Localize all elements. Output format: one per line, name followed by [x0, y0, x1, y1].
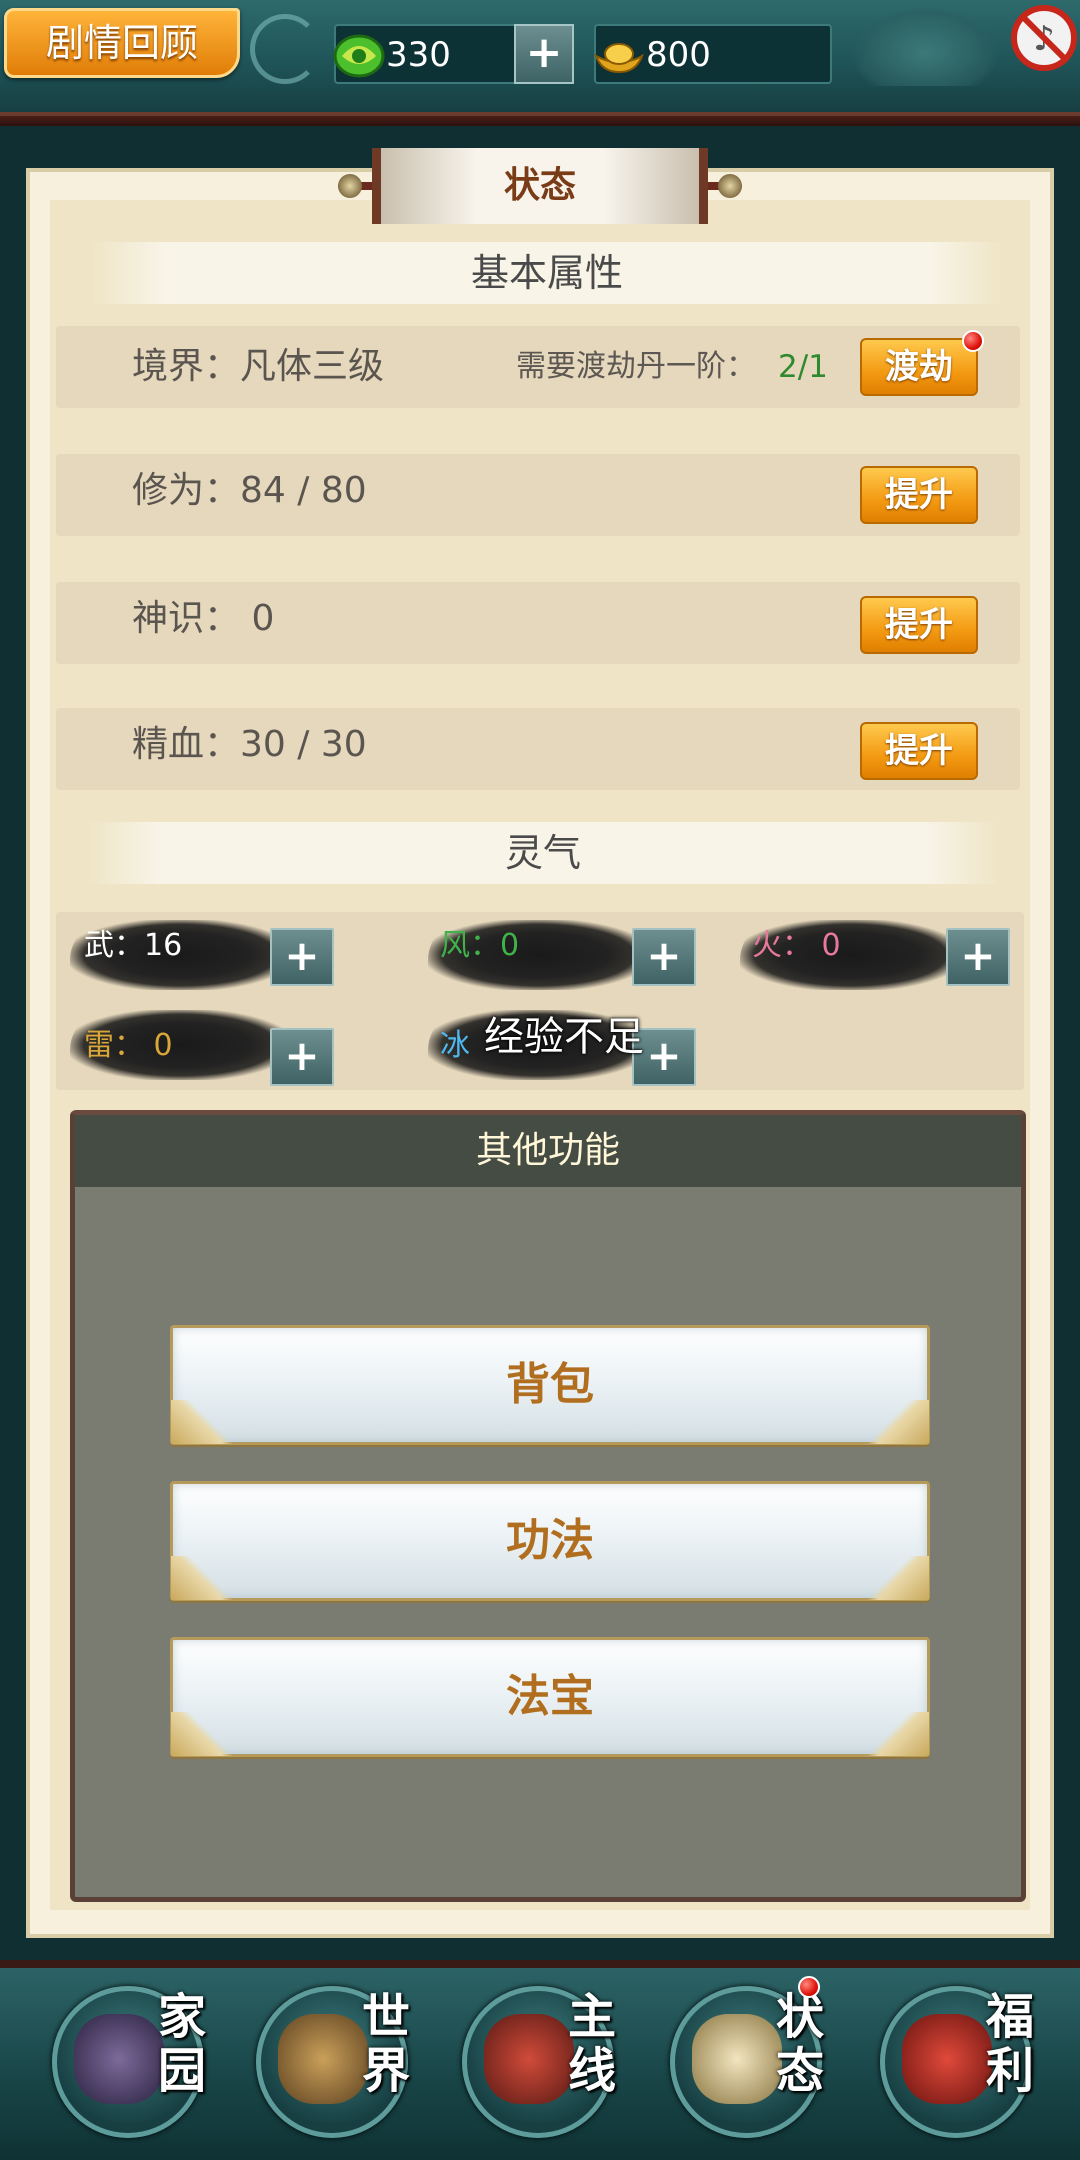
- jade-coin-icon: [333, 34, 385, 78]
- nav-world[interactable]: 世界: [256, 1974, 416, 2144]
- nav-welfare[interactable]: 福利: [880, 1974, 1040, 2144]
- nav-welfare-label-2: 利: [985, 2043, 1034, 2099]
- jade-currency-box: 330 +: [333, 24, 574, 84]
- story-review-button[interactable]: 剧情回顾: [4, 8, 240, 78]
- spiritual-qi-area: 武：16 + 风：0 + 火： 0 + 雷： 0 + 冰 +: [56, 912, 1024, 1090]
- add-qi-wu-button[interactable]: +: [270, 928, 334, 986]
- scroll-knob-icon: [338, 174, 362, 198]
- treasures-button[interactable]: 法宝: [170, 1637, 930, 1757]
- techniques-button[interactable]: 功法: [170, 1481, 930, 1601]
- nav-home-label-2: 园: [157, 2043, 206, 2099]
- nav-world-label-1: 世: [361, 1989, 410, 2045]
- page-title: 状态: [372, 148, 708, 224]
- cultivation-label: 修为：84 / 80: [132, 470, 367, 511]
- jade-amount: 330: [386, 35, 451, 75]
- qi-huo-value: 0: [821, 928, 841, 963]
- qi-huo: 火： 0: [752, 928, 841, 963]
- essence-blood-row: 精血：30 / 30 提升: [56, 708, 1020, 790]
- nav-welfare-label-1: 福: [985, 1989, 1034, 2045]
- qi-feng-name: 风: [440, 928, 470, 963]
- nav-status-label-2: 态: [775, 2043, 824, 2099]
- other-functions-panel: 其他功能 背包 功法 法宝: [70, 1110, 1026, 1902]
- nav-world-label-2: 界: [361, 2043, 410, 2099]
- nav-status[interactable]: 状态: [670, 1974, 830, 2144]
- panel-title-scroll: 状态: [338, 148, 742, 224]
- nav-mainline-label-2: 线: [567, 2043, 616, 2099]
- cultivation-upgrade-button[interactable]: 提升: [860, 466, 978, 524]
- essence-blood-upgrade-button[interactable]: 提升: [860, 722, 978, 780]
- add-qi-lei-button[interactable]: +: [270, 1028, 334, 1086]
- gold-amount: 800: [646, 35, 711, 75]
- notification-dot-icon: [798, 1976, 820, 1998]
- insufficient-experience-toast: 经验不足: [484, 1014, 644, 1060]
- home-icon: [74, 2014, 164, 2104]
- gold-ingot-icon: [594, 43, 644, 74]
- realm-row: 境界：凡体三级 需要渡劫丹一阶： 2/1 渡劫: [56, 326, 1020, 408]
- qi-feng: 风：0: [440, 928, 520, 963]
- nav-mainline-label-1: 主: [567, 1989, 616, 2045]
- gold-currency-box: 800: [594, 24, 832, 84]
- add-qi-huo-button[interactable]: +: [946, 928, 1010, 986]
- tribulation-button[interactable]: 渡劫: [860, 338, 978, 396]
- qi-bing: 冰: [440, 1026, 470, 1066]
- qi-huo-name: 火: [752, 928, 782, 963]
- mainline-icon: [484, 2014, 574, 2104]
- cultivation-row: 修为：84 / 80 提升: [56, 454, 1020, 536]
- qi-wu-value: 16: [144, 928, 183, 963]
- cloud-swirl-decoration-icon: [250, 14, 320, 84]
- nav-mainline[interactable]: 主线: [462, 1974, 622, 2144]
- other-functions-header: 其他功能: [75, 1115, 1021, 1187]
- backpack-button[interactable]: 背包: [170, 1325, 930, 1445]
- dragon-decoration-icon: [850, 6, 1000, 86]
- realm-label: 境界：凡体三级: [132, 346, 385, 387]
- spiritual-qi-header: 灵气: [88, 822, 998, 884]
- top-bar: 剧情回顾 330 + 800 ♪: [0, 0, 1080, 126]
- status-icon: [692, 2014, 782, 2104]
- tribulation-pill-requirement-label: 需要渡劫丹一阶：: [516, 349, 756, 384]
- qi-lei: 雷： 0: [84, 1028, 173, 1063]
- basic-attributes-header: 基本属性: [92, 242, 1002, 304]
- add-jade-button[interactable]: +: [514, 24, 574, 84]
- spirit-sense-label: 神识： 0: [132, 598, 275, 639]
- qi-bing-name: 冰: [440, 1028, 470, 1063]
- music-mute-icon[interactable]: ♪: [1010, 4, 1078, 72]
- qi-lei-value: 0: [153, 1028, 173, 1063]
- world-icon: [278, 2014, 368, 2104]
- scroll-knob-icon: [718, 174, 742, 198]
- nav-home[interactable]: 家园: [52, 1974, 212, 2144]
- welfare-icon: [902, 2014, 992, 2104]
- qi-feng-value: 0: [500, 928, 520, 963]
- essence-blood-label: 精血：30 / 30: [132, 724, 367, 765]
- spirit-sense-upgrade-button[interactable]: 提升: [860, 596, 978, 654]
- notification-dot-icon: [962, 330, 984, 352]
- tribulation-pill-count: 2/1: [778, 349, 828, 385]
- nav-status-label-1: 状: [775, 1989, 824, 2045]
- add-qi-feng-button[interactable]: +: [632, 928, 696, 986]
- spirit-sense-row: 神识： 0 提升: [56, 582, 1020, 664]
- qi-wu: 武：16: [84, 928, 183, 963]
- qi-wu-name: 武: [84, 928, 114, 963]
- nav-home-label-1: 家: [157, 1989, 206, 2045]
- qi-lei-name: 雷: [84, 1028, 114, 1063]
